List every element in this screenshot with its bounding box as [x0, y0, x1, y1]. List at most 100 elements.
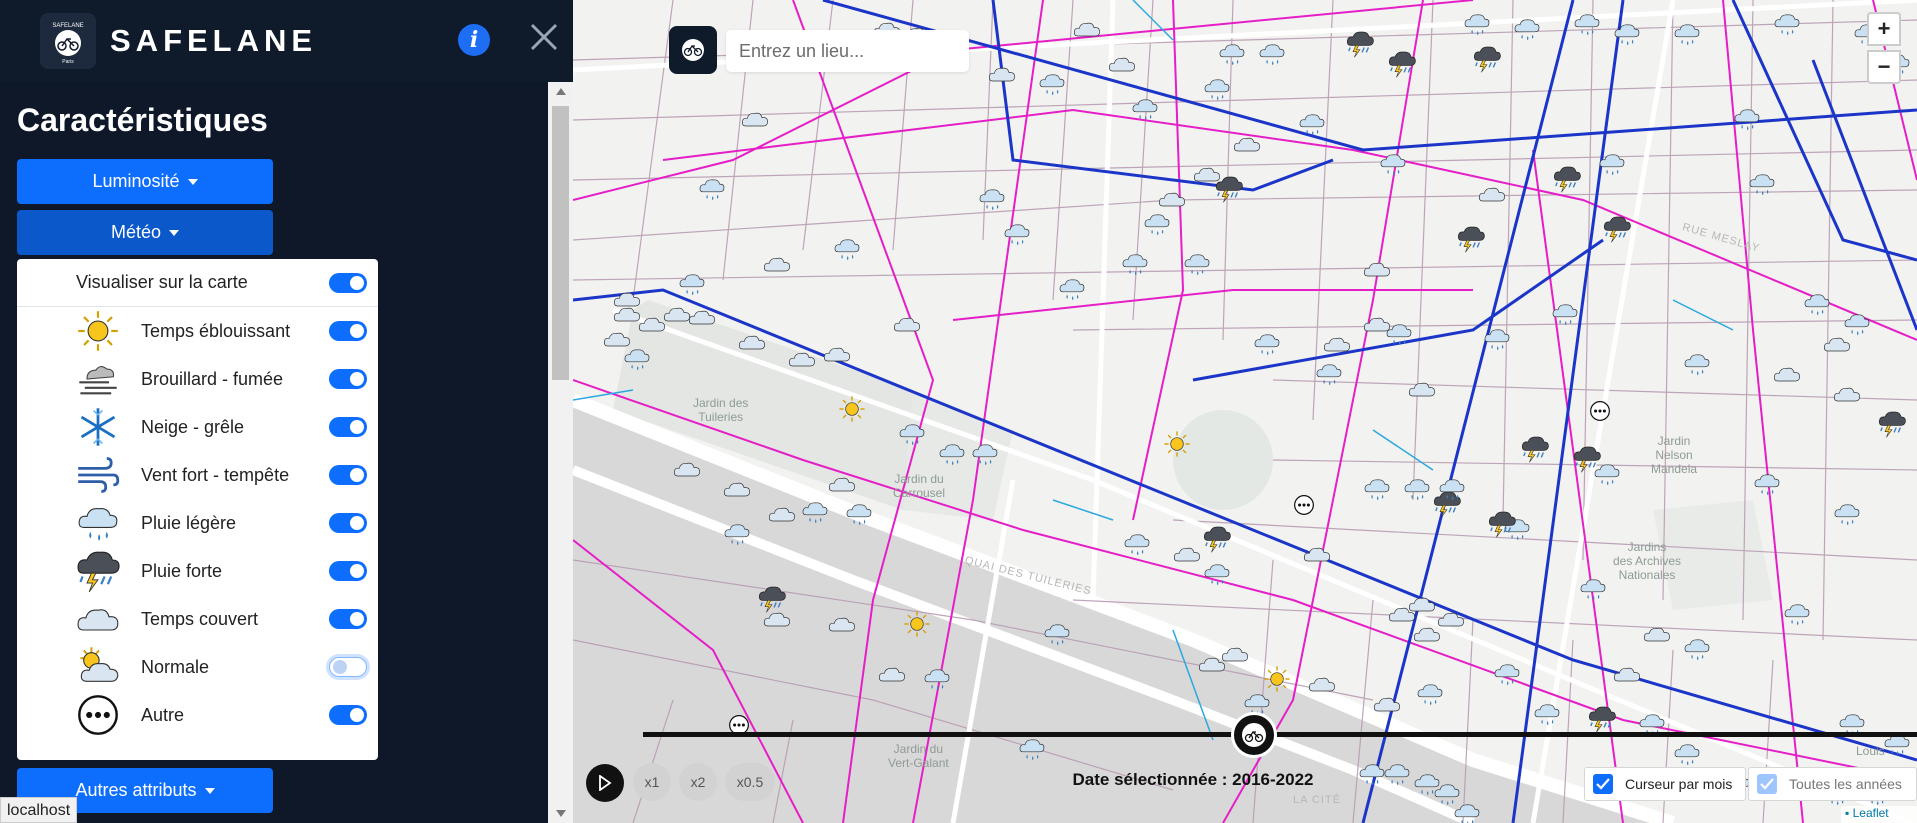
cloud-marker-icon[interactable]: [1363, 310, 1391, 334]
storm-marker-icon[interactable]: [1203, 525, 1231, 553]
weather-toggle[interactable]: [329, 561, 367, 581]
cloud-marker-icon[interactable]: [823, 340, 851, 364]
light-rain-marker-icon[interactable]: [1298, 110, 1326, 136]
light-rain-marker-icon[interactable]: [1018, 735, 1046, 761]
storm-marker-icon[interactable]: [1588, 705, 1616, 733]
ellipsis-marker-icon[interactable]: [1293, 494, 1321, 518]
cloud-marker-icon[interactable]: [1643, 620, 1671, 644]
weather-toggle[interactable]: [329, 369, 367, 389]
cloud-marker-icon[interactable]: [828, 610, 856, 634]
cloud-marker-icon[interactable]: [1833, 380, 1861, 404]
light-rain-marker-icon[interactable]: [898, 420, 926, 446]
luminosite-dropdown-button[interactable]: Luminosité: [17, 159, 273, 204]
light-rain-marker-icon[interactable]: [923, 665, 951, 691]
light-rain-marker-icon[interactable]: [1843, 310, 1871, 336]
light-rain-marker-icon[interactable]: [1838, 710, 1866, 736]
cloud-marker-icon[interactable]: [1388, 600, 1416, 624]
light-rain-marker-icon[interactable]: [833, 235, 861, 261]
cloud-marker-icon[interactable]: [1437, 605, 1465, 629]
light-rain-marker-icon[interactable]: [1003, 220, 1031, 246]
play-button[interactable]: [586, 764, 624, 802]
light-rain-marker-icon[interactable]: [1363, 475, 1391, 501]
toutes-les-annees-checkbox[interactable]: Toutes les années: [1748, 767, 1917, 801]
light-rain-marker-icon[interactable]: [1613, 20, 1641, 46]
cloud-marker-icon[interactable]: [1478, 180, 1506, 204]
light-rain-marker-icon[interactable]: [1203, 75, 1231, 101]
weather-toggle[interactable]: [329, 705, 367, 725]
cloud-marker-icon[interactable]: [663, 300, 691, 324]
cloud-marker-icon[interactable]: [828, 470, 856, 494]
leaflet-attribution[interactable]: ▪ Leaflet: [1841, 806, 1917, 823]
light-rain-marker-icon[interactable]: [1598, 150, 1626, 176]
cloud-marker-icon[interactable]: [638, 310, 666, 334]
cloud-marker-icon[interactable]: [1413, 620, 1441, 644]
cloud-marker-icon[interactable]: [1408, 375, 1436, 399]
cloud-marker-icon[interactable]: [1303, 540, 1331, 564]
light-rain-marker-icon[interactable]: [978, 185, 1006, 211]
weather-toggle[interactable]: [329, 513, 367, 533]
cloud-marker-icon[interactable]: [1373, 690, 1401, 714]
info-icon[interactable]: i: [458, 24, 490, 56]
weather-toggle[interactable]: [329, 609, 367, 629]
storm-marker-icon[interactable]: [1388, 50, 1416, 78]
light-rain-marker-icon[interactable]: [1183, 250, 1211, 276]
light-rain-marker-icon[interactable]: [1453, 800, 1481, 823]
light-rain-marker-icon[interactable]: [1143, 210, 1171, 236]
sun-marker-icon[interactable]: [838, 395, 866, 422]
light-rain-marker-icon[interactable]: [1551, 300, 1579, 326]
cloud-marker-icon[interactable]: [788, 345, 816, 369]
light-rain-marker-icon[interactable]: [1683, 635, 1711, 661]
storm-marker-icon[interactable]: [1215, 175, 1243, 203]
storm-marker-icon[interactable]: [1603, 215, 1631, 243]
cloud-marker-icon[interactable]: [741, 105, 769, 129]
close-sidebar-button[interactable]: [528, 20, 560, 58]
checkbox-checked-icon[interactable]: [1593, 774, 1613, 794]
light-rain-marker-icon[interactable]: [1783, 600, 1811, 626]
light-rain-marker-icon[interactable]: [1579, 575, 1607, 601]
cloud-marker-icon[interactable]: [878, 660, 906, 684]
visualiser-toggle[interactable]: [329, 273, 367, 293]
weather-toggle[interactable]: [329, 657, 367, 677]
storm-marker-icon[interactable]: [1457, 225, 1485, 253]
light-rain-marker-icon[interactable]: [1513, 15, 1541, 41]
cloud-marker-icon[interactable]: [738, 328, 766, 352]
light-rain-marker-icon[interactable]: [1483, 325, 1511, 351]
zoom-out-button[interactable]: −: [1867, 50, 1901, 84]
timeline-handle[interactable]: [1231, 712, 1277, 758]
light-rain-marker-icon[interactable]: [1683, 350, 1711, 376]
cursor-par-mois-checkbox[interactable]: Curseur par mois: [1584, 767, 1746, 801]
speed-x05-button[interactable]: x0.5: [725, 763, 775, 801]
zoom-in-button[interactable]: +: [1867, 12, 1901, 46]
light-rain-marker-icon[interactable]: [623, 345, 651, 371]
sun-marker-icon[interactable]: [903, 610, 931, 637]
storm-marker-icon[interactable]: [1521, 435, 1549, 463]
cloud-marker-icon[interactable]: [1221, 640, 1249, 664]
checkbox-checked-icon[interactable]: [1757, 774, 1777, 794]
light-rain-marker-icon[interactable]: [1673, 20, 1701, 46]
storm-marker-icon[interactable]: [1553, 165, 1581, 193]
light-rain-marker-icon[interactable]: [1493, 660, 1521, 686]
storm-marker-icon[interactable]: [1473, 45, 1501, 73]
cloud-marker-icon[interactable]: [688, 303, 716, 327]
cloud-marker-icon[interactable]: [893, 310, 921, 334]
cloud-marker-icon[interactable]: [1363, 255, 1391, 279]
cloud-marker-icon[interactable]: [1308, 670, 1336, 694]
cloud-marker-icon[interactable]: [1613, 660, 1641, 684]
scroll-down-icon[interactable]: [556, 810, 566, 817]
cloud-marker-icon[interactable]: [1108, 50, 1136, 74]
speed-x2-button[interactable]: x2: [679, 763, 717, 801]
light-rain-marker-icon[interactable]: [1416, 680, 1444, 706]
light-rain-marker-icon[interactable]: [1123, 530, 1151, 556]
cloud-marker-icon[interactable]: [1073, 15, 1101, 39]
light-rain-marker-icon[interactable]: [1403, 475, 1431, 501]
cloud-marker-icon[interactable]: [1173, 540, 1201, 564]
cloud-marker-icon[interactable]: [1158, 185, 1186, 209]
light-rain-marker-icon[interactable]: [1753, 470, 1781, 496]
light-rain-marker-icon[interactable]: [1438, 475, 1466, 501]
light-rain-marker-icon[interactable]: [1773, 10, 1801, 36]
light-rain-marker-icon[interactable]: [1253, 330, 1281, 356]
cloud-marker-icon[interactable]: [763, 250, 791, 274]
light-rain-marker-icon[interactable]: [1383, 760, 1411, 786]
scroll-thumb[interactable]: [552, 106, 569, 380]
light-rain-marker-icon[interactable]: [1043, 620, 1071, 646]
